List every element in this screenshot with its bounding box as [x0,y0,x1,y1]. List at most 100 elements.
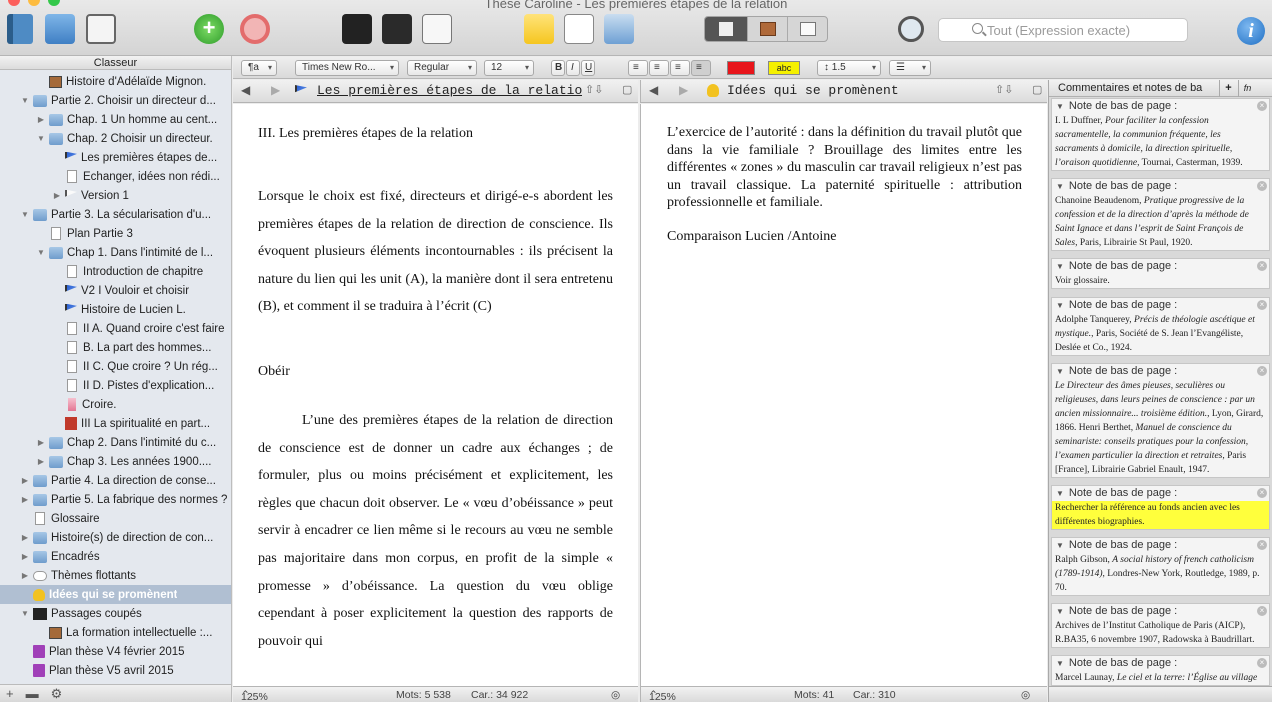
font-weight-dropdown[interactable]: Regular ▾ [407,60,477,76]
add-comment-button[interactable]: + [1219,80,1237,97]
disclosure-closed-icon[interactable]: ▶ [20,476,30,485]
composition-mode-button[interactable] [342,12,372,46]
disclosure-open-icon[interactable]: ▼ [1056,182,1064,191]
footnote-text[interactable]: Voir glossaire. [1052,274,1269,288]
inspector-button[interactable]: i [1237,14,1265,48]
project-search-input[interactable]: Tout (Expression exacte) [938,18,1188,42]
close-icon[interactable]: × [1257,181,1267,191]
close-icon[interactable]: × [1257,540,1267,550]
underline-button[interactable]: U [581,60,595,76]
footnote-text[interactable]: Le Directeur des âmes pieuses, seculière… [1052,379,1269,477]
footnote-text[interactable]: Chanoine Beaudenom, Pratique progressive… [1052,194,1269,250]
close-icon[interactable]: × [1257,658,1267,668]
binder-item[interactable]: ▼ Passages coupés [0,604,231,623]
binder-item[interactable]: Plan thèse V4 février 2015 [0,642,231,661]
footnote-card[interactable]: ▼ Note de bas de page : × Marcel Launay, Le… [1051,655,1270,686]
footnote-text[interactable]: Adolphe Tanquerey, Précis de théologie a… [1052,313,1269,355]
disclosure-closed-icon[interactable]: ▶ [36,438,46,447]
snapshot-button[interactable] [564,12,594,46]
disclosure-open-icon[interactable]: ▼ [36,134,46,143]
footnote-card[interactable]: ▼ Note de bas de page : × Ralph Gibson, A s… [1051,537,1270,596]
binder-item[interactable]: ▶ Thèmes flottants [0,566,231,585]
close-icon[interactable]: × [1257,101,1267,111]
bold-button[interactable]: B [551,60,565,76]
binder-item[interactable]: ▼ Chap 1. Dans l'intimité de l... [0,243,231,262]
view-mode-button[interactable] [86,12,116,46]
footnote-text[interactable]: I. L Duffner, Pour faciliter la confessi… [1052,114,1269,170]
footnote-text[interactable]: Rechercher la référence au fonds ancien … [1052,501,1269,529]
disclosure-closed-icon[interactable]: ▶ [52,191,62,200]
compile-button[interactable] [604,12,634,46]
binder-item[interactable]: Les premières étapes de... [0,148,231,167]
align-left-button[interactable]: ≡ [628,60,648,76]
corkboard-mode-button[interactable] [747,17,787,41]
font-family-dropdown[interactable]: Times New Ro... ▾ [295,60,399,76]
font-size-dropdown[interactable]: 12 ▾ [484,60,534,76]
binder-item[interactable]: Glossaire [0,509,231,528]
disclosure-open-icon[interactable]: ▼ [1056,367,1064,376]
add-document-button[interactable]: + [6,686,14,701]
binder-item[interactable]: ▶ Chap. 1 Un homme au cent... [0,110,231,129]
binder-item[interactable]: Plan Partie 3 [0,224,231,243]
binder-item[interactable]: ▶ Partie 5. La fabrique des normes ? [0,490,231,509]
align-center-button[interactable]: ≡ [649,60,669,76]
binder-item[interactable]: La formation intellectuelle :... [0,623,231,642]
binder-item[interactable]: V2 I Vouloir et choisir [0,281,231,300]
binder-item[interactable]: II C. Que croire ? Un rég... [0,357,231,376]
footnote-card[interactable]: ▼ Note de bas de page : × Adolphe Tanquerey… [1051,297,1270,356]
annotation-button[interactable] [524,12,554,46]
list-style-dropdown[interactable]: ☰ ▾ [889,60,931,76]
close-icon[interactable]: × [1257,261,1267,271]
footnote-text[interactable]: Marcel Launay, Le ciel et la terre: l’Ég… [1052,671,1269,685]
footnote-card[interactable]: ▼ Note de bas de page : × Le Directeur des … [1051,363,1270,478]
binder-item[interactable]: II A. Quand croire c'est faire [0,319,231,338]
split-view-icon[interactable]: ▢ [1032,83,1042,96]
disclosure-open-icon[interactable]: ▼ [1056,659,1064,668]
paragraph-style-dropdown[interactable]: ¶a ▾ [241,60,277,76]
close-icon[interactable]: × [1257,366,1267,376]
outliner-mode-button[interactable] [787,17,827,41]
disclosure-closed-icon[interactable]: ▶ [20,552,30,561]
arrow-up-down-icon[interactable]: ⇧⇩ [585,83,603,96]
close-icon[interactable]: × [1257,300,1267,310]
binder-item[interactable]: ▶ Histoire(s) de direction de con... [0,528,231,547]
binder-item[interactable]: Echanger, idées non rédi... [0,167,231,186]
editor2-zoom[interactable]: 125% ⌃ [649,689,676,702]
align-right-button[interactable]: ≡ [670,60,690,76]
editor1-text-area[interactable]: III. Les premières étapes de la relation… [233,104,638,686]
binder-item[interactable]: Histoire de Lucien L. [0,300,231,319]
disclosure-open-icon[interactable]: ▼ [1056,489,1064,498]
target-icon[interactable]: ◎ [1021,689,1030,701]
add-footnote-button[interactable]: fn [1238,80,1256,97]
forward-arrow-icon[interactable]: ▶ [271,83,280,97]
binder-item[interactable]: II D. Pistes d'explication... [0,376,231,395]
disclosure-open-icon[interactable]: ▼ [1056,102,1064,111]
delete-item-button[interactable] [240,12,270,46]
arrow-up-down-icon[interactable]: ⇧⇩ [995,83,1013,96]
editor1-title[interactable]: Les premières étapes de la relation [317,83,582,98]
footnote-card[interactable]: ▼ Note de bas de page : × Chanoine Beaudeno… [1051,178,1270,251]
binder-item[interactable]: ▼ Chap. 2 Choisir un directeur. [0,129,231,148]
binder-item[interactable]: ▶ Encadrés [0,547,231,566]
highlight-color-button[interactable]: abc [768,61,800,75]
disclosure-open-icon[interactable]: ▼ [1056,301,1064,310]
editor1-zoom[interactable]: 125% ⌃ [241,689,268,702]
gear-icon[interactable]: ⚙ [51,686,63,702]
disclosure-open-icon[interactable]: ▼ [36,248,46,257]
forward-arrow-icon[interactable]: ▶ [679,83,688,97]
disclosure-closed-icon[interactable]: ▶ [20,495,30,504]
text-color-button[interactable] [727,61,755,75]
binder-item[interactable]: Introduction de chapitre [0,262,231,281]
binder-item[interactable]: Histoire d'Adélaïde Mignon. [0,72,231,91]
split-view-icon[interactable]: ▢ [622,83,632,96]
disclosure-closed-icon[interactable]: ▶ [20,533,30,542]
disclosure-closed-icon[interactable]: ▶ [36,115,46,124]
binder-item[interactable]: ▶ Chap 3. Les années 1900.... [0,452,231,471]
editor2-title[interactable]: Idées qui se promènent [727,83,987,98]
collections-button[interactable] [45,12,75,46]
scrivenings-mode-button[interactable] [705,17,747,41]
disclosure-open-icon[interactable]: ▼ [1056,541,1064,550]
close-icon[interactable]: × [1257,606,1267,616]
binder-item[interactable]: B. La part des hommes... [0,338,231,357]
footnote-card[interactable]: ▼ Note de bas de page : × Rechercher la réf… [1051,485,1270,530]
